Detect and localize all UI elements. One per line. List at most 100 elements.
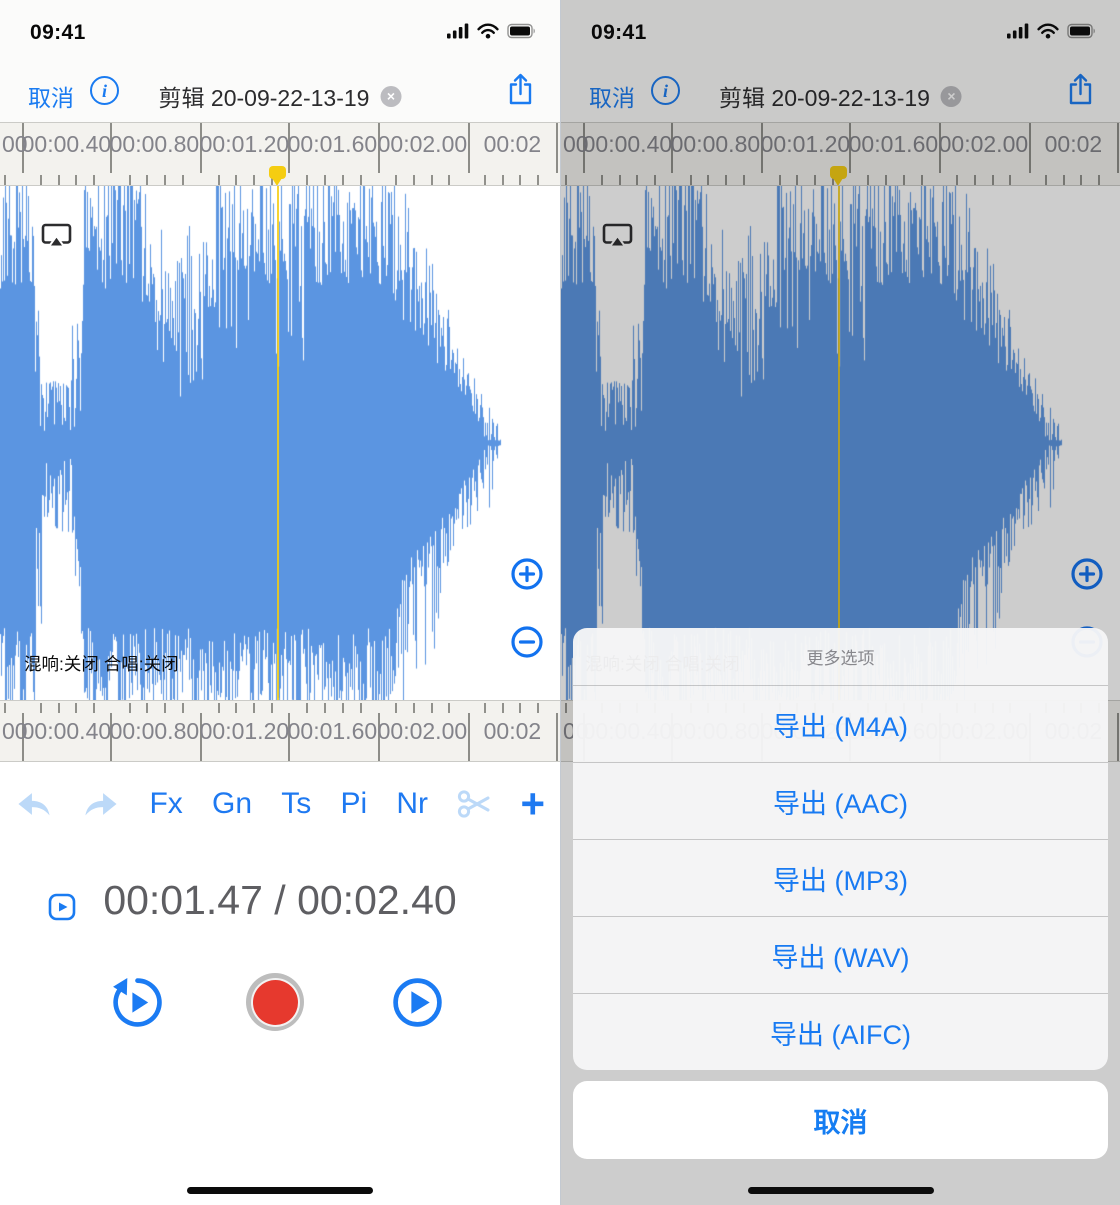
effects-status-text: 混响:关闭 合唱:关闭 [24, 651, 179, 676]
more-options-sheet: 更多选项 导出 (M4A) 导出 (AAC) 导出 (MP3) 导出 (WAV)… [573, 628, 1108, 1070]
toolbar: Fx Gn Ts Pi Nr + [0, 775, 560, 833]
info-icon[interactable]: i [90, 76, 119, 105]
ruler-tick [431, 175, 433, 185]
home-indicator[interactable] [187, 1187, 373, 1194]
status-time: 09:41 [30, 21, 86, 45]
ruler-tick [271, 703, 273, 713]
battery-icon [507, 23, 537, 39]
ruler-tick [324, 703, 326, 713]
ruler-tick [342, 175, 344, 185]
export-aac-button[interactable]: 导出 (AAC) [573, 763, 1108, 840]
time-display: 00:01.47 / 00:02.40 [103, 877, 456, 924]
effect-pitch-button[interactable]: Pi [340, 787, 367, 821]
ruler-label: 00:00.80 [110, 131, 200, 158]
ruler-tick [235, 175, 237, 185]
playhead-line[interactable] [277, 186, 279, 700]
ruler-label: 00:00.80 [110, 718, 200, 745]
ruler-tick [448, 175, 450, 185]
ruler-tick [448, 703, 450, 713]
clip-title[interactable]: 剪辑 20-09-22-13-19 [159, 79, 370, 113]
export-m4a-button[interactable]: 导出 (M4A) [573, 686, 1108, 763]
zoom-in-button[interactable] [510, 557, 544, 591]
ruler-tick [253, 175, 255, 185]
effect-fx-button[interactable]: Fx [149, 787, 182, 821]
cancel-button[interactable]: 取消 [28, 79, 74, 113]
waveform-area: 混响:关闭 合唱:关闭 [0, 186, 560, 700]
record-button-ring [251, 978, 300, 1027]
ruler-tick [93, 175, 95, 185]
ruler-label: 00:02.00 [378, 718, 468, 745]
play-preview-icon[interactable] [48, 893, 76, 926]
ruler-label: 00:01.20 [200, 131, 290, 158]
export-aifc-button[interactable]: 导出 (AIFC) [573, 994, 1108, 1070]
nav-bar: 取消 i 剪辑 20-09-22-13-19 × [0, 70, 560, 122]
ruler-tick [182, 175, 184, 185]
ruler-tick [129, 175, 131, 185]
airplay-icon[interactable] [41, 223, 72, 255]
ruler-tick [146, 703, 148, 713]
sheet-title: 更多选项 [573, 628, 1108, 686]
ruler-tick [58, 175, 60, 185]
scissors-icon[interactable] [457, 789, 491, 819]
wifi-icon [477, 23, 499, 39]
ruler-tick [395, 703, 397, 713]
clear-title-icon[interactable]: × [380, 86, 401, 107]
effect-timestretch-button[interactable]: Ts [281, 787, 311, 821]
ruler-tick [306, 175, 308, 185]
ruler-tick [324, 175, 326, 185]
ruler-tick [218, 703, 220, 713]
share-icon[interactable] [507, 73, 534, 111]
ruler-tick [342, 703, 344, 713]
ruler-label: 00:02.00 [378, 131, 468, 158]
ruler-tick [93, 703, 95, 713]
waveform-canvas[interactable] [0, 186, 560, 700]
transport-controls [0, 973, 560, 1035]
ruler-tick [146, 175, 148, 185]
ruler-tick [75, 175, 77, 185]
ruler-label: 00:00.40 [22, 718, 112, 745]
redo-icon[interactable] [82, 790, 120, 819]
ruler-label: 00:02 [484, 718, 542, 745]
play-button[interactable] [390, 975, 445, 1035]
export-wav-button[interactable]: 导出 (WAV) [573, 917, 1108, 994]
ruler-tick [253, 703, 255, 713]
undo-icon[interactable] [15, 790, 53, 819]
playhead-pin[interactable] [269, 166, 286, 179]
ruler-tick [537, 175, 539, 185]
effect-gain-button[interactable]: Gn [212, 787, 252, 821]
timeline-ruler-bottom[interactable]: 0000:00.4000:00.8000:01.2000:01.6000:02.… [0, 700, 560, 762]
editor-screen: 09:41 取消 i 剪辑 20-09-22-13-19 × 0000:00.4… [0, 0, 560, 1205]
ruler-tick [182, 703, 184, 713]
ruler-divider [556, 713, 558, 762]
ruler-tick [519, 703, 521, 713]
ruler-label: 00:00.40 [22, 131, 112, 158]
sheet-cancel-button[interactable]: 取消 [573, 1081, 1108, 1159]
side-by-side-screenshots: 09:41 取消 i 剪辑 20-09-22-13-19 × 0000:00.4… [0, 0, 1120, 1205]
ruler-tick [360, 175, 362, 185]
add-track-button[interactable]: + [520, 783, 545, 825]
editor-screen-with-sheet: 09:41 取消 i 剪辑 20-09-22-13-19 × 0000:00.4… [560, 0, 1120, 1205]
effect-noise-reduction-button[interactable]: Nr [396, 787, 428, 821]
ruler-tick [484, 175, 486, 185]
time-row: 00:01.47 / 00:02.40 [0, 877, 560, 943]
record-button[interactable] [246, 973, 304, 1031]
replay-button[interactable] [110, 975, 165, 1035]
ruler-tick [395, 175, 397, 185]
ruler-divider [468, 123, 470, 173]
status-bar: 09:41 [0, 0, 560, 70]
ruler-tick [360, 703, 362, 713]
zoom-out-button[interactable] [510, 625, 544, 659]
ruler-tick [431, 703, 433, 713]
timeline-ruler-top[interactable]: 0000:00.4000:00.8000:01.2000:01.6000:02.… [0, 122, 560, 186]
ruler-tick [164, 175, 166, 185]
ruler-tick [4, 703, 6, 713]
ruler-tick [519, 175, 521, 185]
cellular-signal-icon [447, 23, 469, 39]
ruler-label: 00:01.60 [288, 718, 378, 745]
ruler-divider [468, 713, 470, 762]
ruler-tick [502, 703, 504, 713]
ruler-tick [537, 703, 539, 713]
ruler-tick [58, 703, 60, 713]
ruler-tick [129, 703, 131, 713]
export-mp3-button[interactable]: 导出 (MP3) [573, 840, 1108, 917]
